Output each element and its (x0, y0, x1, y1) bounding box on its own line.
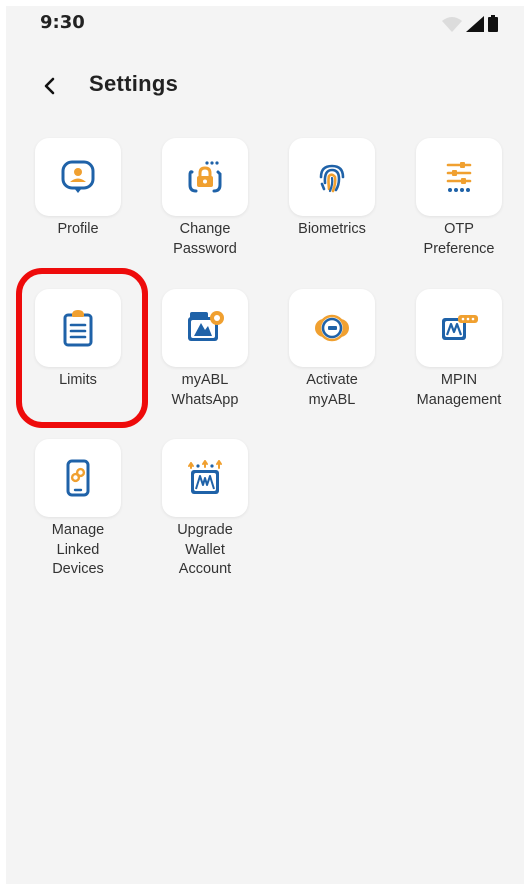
tile-label: Profile (57, 221, 99, 237)
mpin-icon (442, 315, 478, 340)
clipboard-icon (63, 310, 93, 347)
tile-limits[interactable]: Limits (23, 289, 133, 429)
tile-label: MPIN Management (416, 372, 502, 408)
tile-limits-box (35, 289, 121, 367)
tile-myabl-whatsapp-box (162, 289, 248, 367)
tile-change-password-box (162, 138, 248, 216)
tile-mpin-management-box (416, 289, 502, 367)
myabl-whatsapp-icon (188, 311, 224, 341)
tile-biometrics[interactable]: Biometrics (277, 138, 387, 278)
wifi-icon (442, 17, 462, 32)
tile-upgrade-wallet-account[interactable]: Upgrade Wallet Account (150, 439, 260, 579)
upgrade-wallet-icon (188, 460, 222, 494)
tile-profile[interactable]: Profile (23, 138, 133, 278)
tile-label: Limits (59, 372, 97, 388)
tile-activate-myabl-box (289, 289, 375, 367)
page-title: Settings (89, 71, 179, 96)
tile-biometrics-box (289, 138, 375, 216)
tile-label: Upgrade Wallet Account (177, 522, 233, 577)
battery-icon (488, 15, 498, 32)
tile-otp-preference-box (416, 138, 502, 216)
tile-label: Biometrics (298, 221, 366, 237)
tile-label: OTP Preference (423, 221, 495, 257)
status-icons (440, 14, 510, 34)
tile-myabl-whatsapp[interactable]: myABL WhatsApp (150, 289, 260, 429)
tile-label: Change Password (173, 221, 237, 257)
toggle-icon (315, 314, 349, 342)
back-button[interactable] (32, 68, 68, 104)
tile-profile-box (35, 138, 121, 216)
lock-icon (188, 161, 222, 193)
chevron-left-icon (44, 77, 55, 95)
header: Settings (6, 62, 524, 110)
tile-manage-linked-devices[interactable]: Manage Linked Devices (23, 439, 133, 579)
tile-upgrade-wallet-account-box (162, 439, 248, 517)
tile-label: Manage Linked Devices (51, 522, 105, 577)
otp-sliders-icon (446, 162, 472, 192)
profile-icon (61, 160, 95, 193)
tile-manage-linked-devices-box (35, 439, 121, 517)
fingerprint-icon (319, 164, 345, 193)
status-time: 9:30 (40, 12, 85, 33)
tile-label: Activate myABL (306, 372, 358, 408)
tile-activate-myabl[interactable]: Activate myABL (277, 289, 387, 429)
settings-screen: 9:30 Settings Profile Change Password Bi… (6, 6, 524, 884)
tile-mpin-management[interactable]: MPIN Management (404, 289, 514, 429)
tile-change-password[interactable]: Change Password (150, 138, 260, 278)
tile-label: myABL WhatsApp (171, 372, 239, 408)
signal-icon (466, 16, 484, 32)
status-bar: 9:30 (6, 6, 524, 40)
linked-device-icon (66, 459, 90, 497)
tile-otp-preference[interactable]: OTP Preference (404, 138, 514, 278)
